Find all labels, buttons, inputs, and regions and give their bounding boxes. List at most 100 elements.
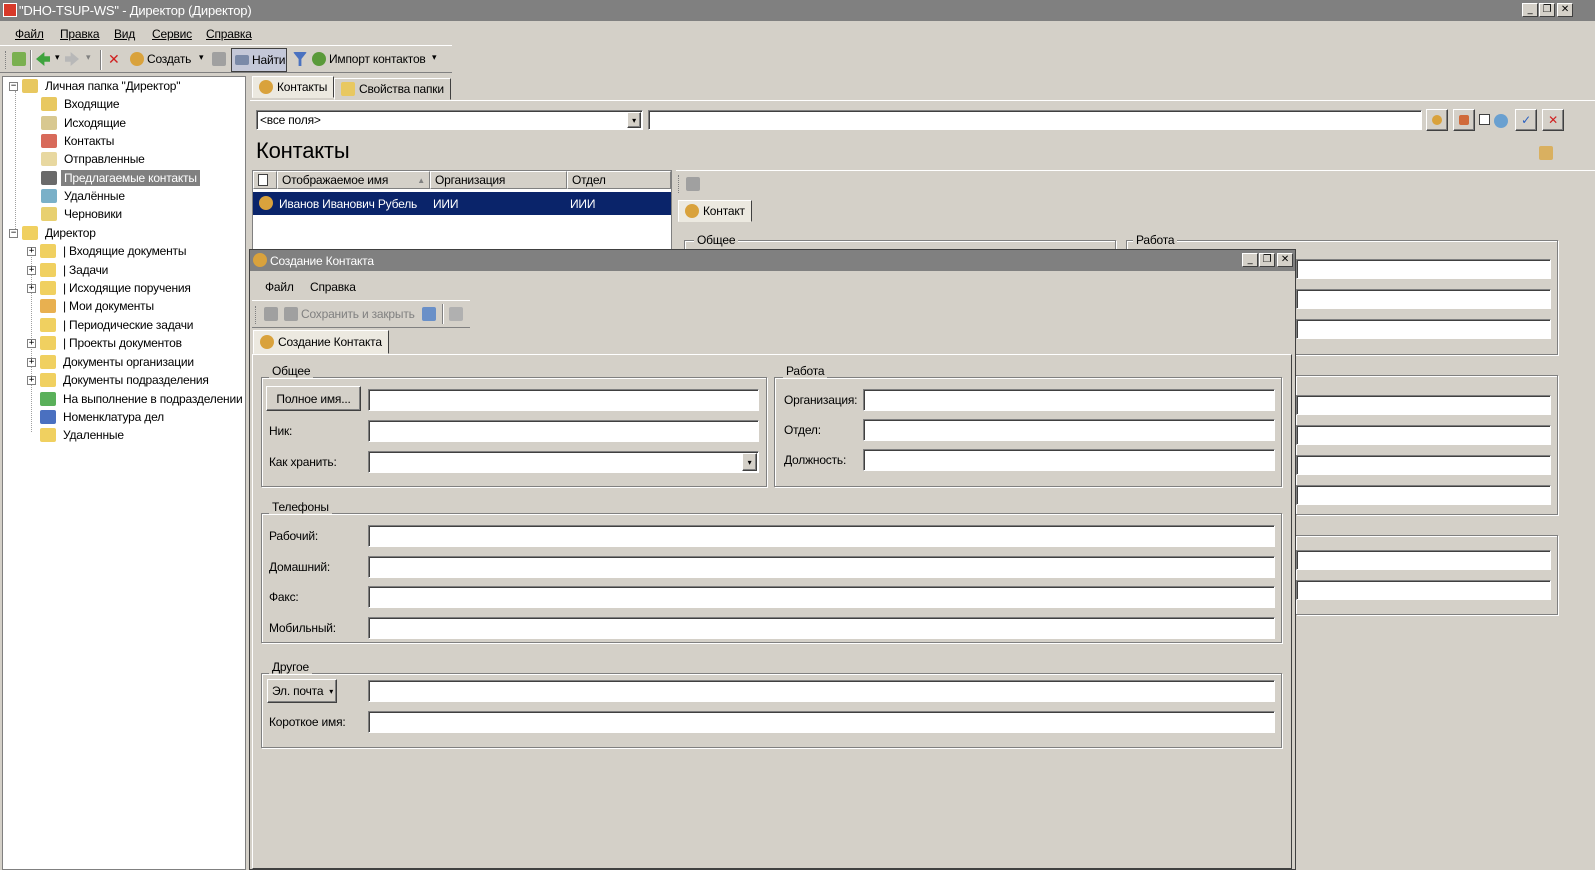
- create-dropdown-icon[interactable]: ▾: [199, 52, 204, 63]
- import-dropdown-icon[interactable]: ▾: [432, 52, 437, 63]
- tab-contacts[interactable]: Контакты: [252, 76, 335, 98]
- home-phone-input[interactable]: [368, 556, 1275, 578]
- grid-head-icon-column[interactable]: [253, 171, 277, 189]
- tab-folder-properties[interactable]: Свойства папки: [334, 78, 451, 100]
- tree-item-suggested-contacts[interactable]: Предлагаемые контакты: [41, 169, 200, 187]
- address-book-icon[interactable]: [422, 307, 436, 321]
- menu-file[interactable]: Файл: [15, 27, 44, 41]
- tree-item-drafts[interactable]: Черновики: [41, 205, 125, 223]
- tree-item-inbox[interactable]: Входящие: [41, 95, 122, 113]
- find-button[interactable]: Найти: [231, 48, 287, 72]
- full-name-button[interactable]: Полное имя...: [266, 386, 361, 411]
- expand-icon[interactable]: +: [27, 357, 36, 367]
- menu-edit[interactable]: Правка: [60, 27, 100, 41]
- tree-item-outbox[interactable]: Исходящие: [41, 114, 129, 132]
- tree-item-nomenclature[interactable]: Номенклатура дел: [40, 408, 167, 426]
- mobile-input[interactable]: [368, 617, 1275, 639]
- expand-icon[interactable]: +: [27, 338, 36, 348]
- tree-item-dept-docs[interactable]: + Документы подразделения: [27, 371, 212, 389]
- tree-item-deleted[interactable]: Удалённые: [41, 187, 128, 205]
- field-selector[interactable]: <все поля> ▾: [256, 110, 643, 130]
- forward-dropdown-icon[interactable]: ▾: [86, 52, 91, 63]
- tree-item-outgoing-orders[interactable]: + | Исходящие поручения: [27, 279, 194, 297]
- chevron-down-icon[interactable]: ▾: [742, 453, 757, 471]
- work-phone-input[interactable]: [368, 525, 1275, 547]
- restore-button[interactable]: ❐: [1539, 3, 1555, 17]
- chevron-down-icon[interactable]: ▾: [627, 112, 641, 128]
- dialog-menu-file[interactable]: Файл: [265, 280, 294, 294]
- position-input[interactable]: [863, 449, 1275, 471]
- expand-icon[interactable]: +: [27, 375, 36, 385]
- create-button[interactable]: Создать: [130, 52, 191, 66]
- store-as-select[interactable]: ▾: [368, 451, 759, 473]
- tree-item-sent[interactable]: Отправленные: [41, 150, 148, 168]
- table-row[interactable]: Иванов Иванович Рубель ИИИ ИИИ: [253, 192, 671, 215]
- expand-icon[interactable]: +: [27, 283, 36, 293]
- minimize-button[interactable]: _: [1522, 3, 1538, 17]
- detail-field[interactable]: [1296, 289, 1551, 309]
- detail-field[interactable]: [1296, 259, 1551, 279]
- back-dropdown-icon[interactable]: ▾: [55, 52, 60, 63]
- short-name-input[interactable]: [368, 711, 1275, 733]
- detail-field[interactable]: [1296, 319, 1551, 339]
- detail-field[interactable]: [1296, 425, 1551, 445]
- department-input[interactable]: [863, 419, 1275, 441]
- option-checkbox[interactable]: [1479, 114, 1490, 125]
- tree-item-incoming-docs[interactable]: + | Входящие документы: [27, 242, 189, 260]
- view-options-icon[interactable]: [1539, 146, 1553, 160]
- full-name-input[interactable]: [368, 389, 759, 411]
- tree-item-director[interactable]: − Директор: [9, 224, 99, 242]
- nick-input[interactable]: [368, 420, 759, 442]
- dialog-close-button[interactable]: ✕: [1277, 253, 1293, 267]
- toolbar-grip[interactable]: [5, 51, 8, 69]
- folder-tree[interactable]: − Личная папка "Директор" Входящие Исход…: [2, 76, 246, 870]
- tree-item-tasks[interactable]: + | Задачи: [27, 261, 111, 279]
- tree-item-periodic-tasks[interactable]: | Периодические задачи: [40, 316, 196, 334]
- expand-icon[interactable]: +: [27, 265, 36, 275]
- import-contacts-button[interactable]: Импорт контактов: [312, 52, 426, 66]
- tree-item-dept-execution[interactable]: На выполнение в подразделении: [40, 390, 245, 408]
- tree-item-contacts[interactable]: Контакты: [41, 132, 117, 150]
- cancel-x-icon[interactable]: ✕: [1542, 109, 1564, 131]
- tree-item-org-docs[interactable]: + Документы организации: [27, 353, 197, 371]
- dialog-menu-help[interactable]: Справка: [310, 280, 356, 294]
- search-input[interactable]: [648, 110, 1422, 130]
- save-close-button[interactable]: Сохранить и закрыть: [284, 307, 415, 321]
- column-display-name[interactable]: Отображаемое имя ▲: [277, 171, 430, 189]
- tree-item-my-docs[interactable]: | Мои документы: [40, 297, 157, 315]
- menu-service[interactable]: Сервис: [152, 27, 192, 41]
- toolbar-grip[interactable]: [678, 175, 681, 193]
- collapse-icon[interactable]: −: [9, 81, 18, 91]
- delete-icon[interactable]: ✕: [108, 51, 120, 68]
- menu-view[interactable]: Вид: [114, 27, 135, 41]
- dialog-title-bar[interactable]: Создание Контакта _ ❐ ✕: [250, 250, 1295, 271]
- dialog-maximize-button[interactable]: ❐: [1259, 253, 1275, 267]
- refresh-icon[interactable]: [12, 52, 26, 66]
- search-icon[interactable]: [1426, 109, 1448, 131]
- expand-icon[interactable]: +: [27, 246, 36, 256]
- detail-field[interactable]: [1296, 550, 1551, 570]
- tree-item-draft-docs[interactable]: + | Проекты документов: [27, 334, 185, 352]
- collapse-icon[interactable]: −: [9, 228, 18, 238]
- menu-help[interactable]: Справка: [206, 27, 252, 41]
- email-type-button[interactable]: Эл. почта ▾: [267, 679, 337, 703]
- toolbar-grip[interactable]: [255, 306, 258, 324]
- column-organization[interactable]: Организация: [430, 171, 567, 189]
- close-button[interactable]: ✕: [1557, 3, 1573, 17]
- dialog-tab-create-contact[interactable]: Создание Контакта: [253, 330, 389, 354]
- globe-icon[interactable]: [1494, 114, 1508, 128]
- tree-item-removed[interactable]: Удаленные: [40, 426, 127, 444]
- detail-field[interactable]: [1296, 455, 1551, 475]
- tab-contact-detail[interactable]: Контакт: [678, 200, 752, 222]
- apply-check-icon[interactable]: ✓: [1515, 109, 1537, 131]
- column-department[interactable]: Отдел: [567, 171, 671, 189]
- detail-field[interactable]: [1296, 485, 1551, 505]
- detail-field[interactable]: [1296, 580, 1551, 600]
- dialog-minimize-button[interactable]: _: [1242, 253, 1258, 267]
- fax-input[interactable]: [368, 586, 1275, 608]
- organization-input[interactable]: [863, 389, 1275, 411]
- email-input[interactable]: [368, 680, 1275, 702]
- clear-search-icon[interactable]: [1453, 109, 1475, 131]
- tree-item-personal-folder[interactable]: − Личная папка "Директор": [9, 77, 183, 95]
- detail-field[interactable]: [1296, 395, 1551, 415]
